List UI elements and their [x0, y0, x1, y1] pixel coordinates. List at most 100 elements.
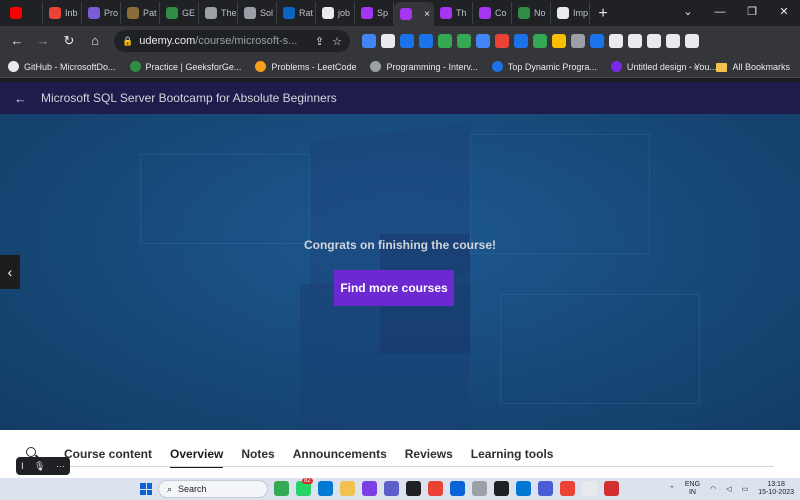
tab-label: Rat [299, 8, 314, 18]
home-button[interactable]: ⌂ [84, 30, 106, 52]
extension-icon[interactable] [400, 34, 414, 48]
url-path: /course/microsoft-s... [195, 35, 298, 47]
minimize-button[interactable]: — [704, 0, 736, 24]
extension-icon[interactable] [552, 34, 566, 48]
taskbar-app-icon[interactable] [516, 481, 531, 496]
windows-start-icon[interactable] [140, 483, 152, 495]
back-arrow-icon[interactable]: ← [14, 91, 27, 106]
browser-tab[interactable]: × [394, 2, 434, 26]
bookmark-item[interactable]: Top Dynamic Progra... [491, 61, 597, 72]
browser-tab[interactable]: GE [160, 2, 199, 24]
previous-lecture-arrow-icon[interactable]: ‹ [0, 255, 20, 289]
bookmark-item[interactable]: Programming - Interv... [370, 61, 478, 72]
extension-icon[interactable] [362, 34, 376, 48]
tab-learning-tools[interactable]: Learning tools [471, 430, 554, 478]
browser-tab[interactable]: The [199, 2, 238, 24]
taskbar-app-icon[interactable] [384, 481, 399, 496]
tab-announcements[interactable]: Announcements [293, 430, 387, 478]
extension-icon[interactable] [381, 34, 395, 48]
tab-course-content[interactable]: Course content [64, 430, 152, 478]
back-button[interactable]: ← [6, 30, 28, 52]
browser-tab[interactable]: job [316, 2, 355, 24]
windows-taskbar: ⌕ Search 82 ⌃ ENG IN ◠ ◁ ▭ 13:18 15-10-2… [0, 478, 800, 500]
taskbar-app-icon[interactable] [472, 481, 487, 496]
bookmark-label: Top Dynamic Progra... [507, 61, 597, 72]
browser-tab[interactable]: Pat [121, 2, 160, 24]
taskbar-app-icon[interactable] [428, 481, 443, 496]
extension-icon[interactable] [457, 34, 471, 48]
extension-icon[interactable] [571, 34, 585, 48]
extension-icon[interactable] [590, 34, 604, 48]
bookmark-item[interactable]: GitHub - MicrosoftDo... [8, 61, 116, 72]
microphone-icon[interactable]: 🎙 [34, 461, 45, 472]
browser-tab[interactable]: Imp [551, 2, 590, 24]
taskbar-app-icon[interactable] [406, 481, 421, 496]
extension-icon[interactable] [666, 34, 680, 48]
tab-search-icon[interactable]: ⌄ [672, 0, 704, 24]
extension-icon[interactable] [609, 34, 623, 48]
tray-overflow-icon[interactable]: ⌃ [669, 485, 675, 493]
new-tab-button[interactable]: + [590, 2, 616, 26]
language-indicator[interactable]: ENG IN [685, 481, 700, 497]
volume-icon[interactable]: ◁ [726, 485, 731, 493]
tab-favicon-icon [518, 7, 530, 19]
background-pattern [470, 134, 650, 254]
browser-tab[interactable]: Rat [277, 2, 316, 24]
more-options-icon[interactable]: ··· [56, 461, 65, 471]
tab-overview[interactable]: Overview [170, 430, 224, 478]
bookmark-star-icon[interactable]: ☆ [332, 35, 342, 48]
course-header: ← Microsoft SQL Server Bootcamp for Abso… [0, 82, 800, 114]
tab-reviews[interactable]: Reviews [405, 430, 453, 478]
extension-icon[interactable] [495, 34, 509, 48]
taskbar-app-icon[interactable] [604, 481, 619, 496]
reload-button[interactable]: ↻ [58, 30, 80, 52]
taskbar-app-icon[interactable] [538, 481, 553, 496]
taskbar-app-icon[interactable] [560, 481, 575, 496]
extension-icon[interactable] [628, 34, 642, 48]
taskbar-app-icon[interactable] [318, 481, 333, 496]
taskbar-app-icon[interactable] [582, 481, 597, 496]
clock[interactable]: 13:18 15-10-2023 [758, 481, 794, 497]
extension-icon[interactable] [476, 34, 490, 48]
taskbar-app-icon[interactable] [274, 481, 289, 496]
extension-icon[interactable] [514, 34, 528, 48]
video-player: Congrats on finishing the course! Find m… [0, 114, 800, 430]
restore-button[interactable]: ❐ [736, 0, 768, 24]
course-title[interactable]: Microsoft SQL Server Bootcamp for Absolu… [41, 91, 337, 105]
taskbar-search-box[interactable]: ⌕ Search [158, 480, 268, 498]
bookmark-item[interactable]: Practice | GeeksforGe... [129, 61, 241, 72]
taskbar-app-icon[interactable] [340, 481, 355, 496]
taskbar-app-icon[interactable] [494, 481, 509, 496]
extension-icon[interactable] [419, 34, 433, 48]
all-bookmarks-button[interactable]: All Bookmarks [716, 62, 790, 72]
extension-icon[interactable] [647, 34, 661, 48]
taskbar-app-icon[interactable] [362, 481, 377, 496]
tab-notes[interactable]: Notes [241, 430, 274, 478]
tab-label: Inb [65, 8, 78, 18]
extension-icon[interactable] [438, 34, 452, 48]
browser-tab[interactable] [4, 2, 43, 24]
browser-tab[interactable]: Sol [238, 2, 277, 24]
browser-tab[interactable]: Inb [43, 2, 82, 24]
find-more-courses-button[interactable]: Find more courses [334, 270, 454, 306]
close-window-button[interactable]: ✕ [768, 0, 800, 24]
share-icon[interactable]: ⇪ [315, 35, 324, 48]
background-pattern [140, 154, 310, 244]
address-bar[interactable]: 🔒 udemy.com/course/microsoft-s... ⇪ ☆ [114, 30, 350, 52]
battery-icon[interactable]: ▭ [742, 485, 749, 493]
bookmarks-overflow-button[interactable]: » [693, 62, 698, 72]
browser-tab[interactable]: No [512, 2, 551, 24]
taskbar-app-icon[interactable] [450, 481, 465, 496]
browser-tab[interactable]: Th [434, 2, 473, 24]
text-cursor-icon[interactable]: I [21, 461, 24, 471]
extension-icon[interactable] [685, 34, 699, 48]
forward-button[interactable]: → [32, 30, 54, 52]
bookmark-item[interactable]: Problems - LeetCode [255, 61, 356, 72]
extension-icon[interactable] [533, 34, 547, 48]
browser-tab[interactable]: Sp [355, 2, 394, 24]
wifi-icon[interactable]: ◠ [710, 485, 716, 493]
browser-tab[interactable]: Co [473, 2, 512, 24]
browser-tab[interactable]: Pro [82, 2, 121, 24]
bookmark-label: Problems - LeetCode [271, 61, 357, 72]
close-tab-icon[interactable]: × [424, 9, 430, 20]
